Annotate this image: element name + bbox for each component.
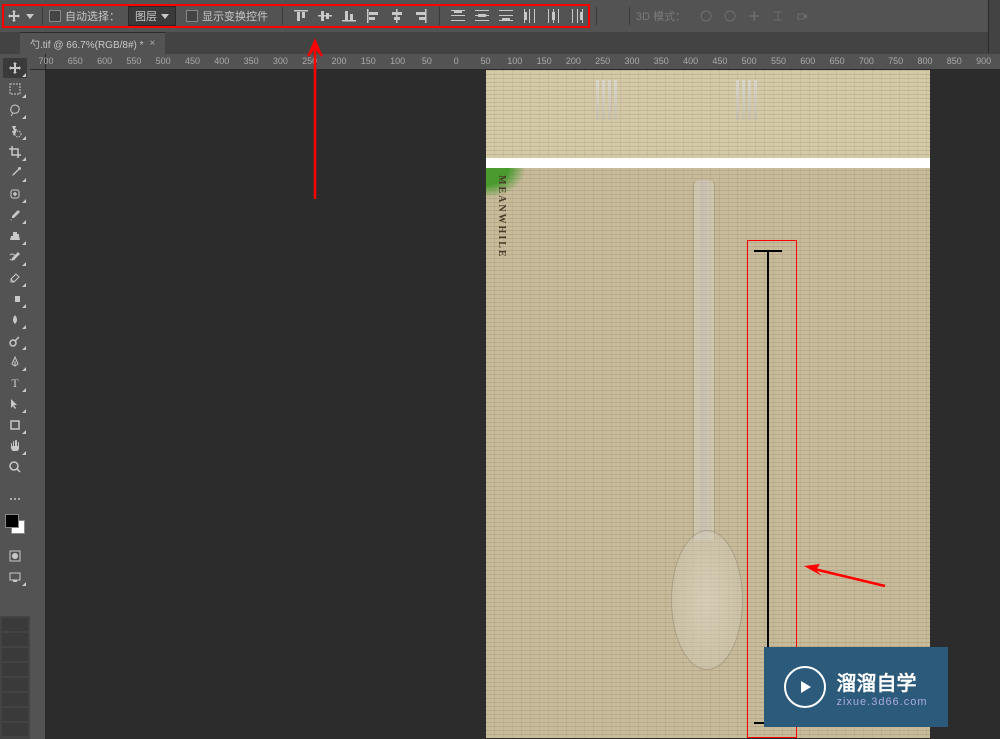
image-text-meanwhile: MEANWHILE bbox=[496, 175, 507, 259]
path-select-tool[interactable] bbox=[3, 394, 27, 414]
measure-cap bbox=[754, 250, 782, 252]
3d-camera-button[interactable] bbox=[791, 6, 813, 26]
quick-mask-button[interactable] bbox=[3, 546, 27, 566]
dist-vcenter-button[interactable] bbox=[471, 6, 493, 26]
panel-toggle[interactable] bbox=[988, 0, 1000, 53]
separator bbox=[596, 7, 597, 25]
history-brush-tool[interactable] bbox=[3, 247, 27, 267]
auto-select-label: 自动选择： bbox=[65, 8, 120, 24]
color-swatch[interactable] bbox=[5, 514, 25, 534]
move-tool-indicator-icon[interactable] bbox=[4, 6, 24, 26]
dist-left-button[interactable] bbox=[519, 6, 541, 26]
eraser-tool[interactable] bbox=[3, 268, 27, 288]
canvas-area[interactable]: 7006506005505004504003503002502001501005… bbox=[30, 54, 1000, 739]
tool-preset-dropdown[interactable] bbox=[24, 6, 36, 26]
separator bbox=[629, 7, 630, 25]
watermark-logo-icon bbox=[784, 666, 826, 708]
annotation-arrow-down bbox=[300, 34, 330, 204]
document-image: MEANWHILE bbox=[486, 70, 930, 738]
layer-group-dropdown[interactable]: 图层 bbox=[128, 6, 176, 26]
rectangle-tool[interactable] bbox=[3, 415, 27, 435]
dist-top-button[interactable] bbox=[447, 6, 469, 26]
eyedropper-tool[interactable] bbox=[3, 163, 27, 183]
svg-text:T: T bbox=[11, 376, 19, 390]
separator bbox=[282, 7, 283, 25]
3d-roll-button[interactable] bbox=[719, 6, 741, 26]
separator bbox=[42, 7, 43, 25]
3d-slide-button[interactable] bbox=[767, 6, 789, 26]
separator bbox=[439, 7, 440, 25]
screen-mode-button[interactable] bbox=[3, 567, 27, 587]
show-transform-checkbox[interactable] bbox=[186, 10, 198, 22]
vertical-ruler[interactable] bbox=[30, 70, 46, 739]
annotation-arrow-left bbox=[800, 556, 890, 596]
layer-dropdown-value: 图层 bbox=[135, 8, 157, 24]
brush-tool[interactable] bbox=[3, 205, 27, 225]
watermark-url: zixue.3d66.com bbox=[836, 696, 927, 708]
quick-select-tool[interactable] bbox=[3, 121, 27, 141]
crop-tool[interactable] bbox=[3, 142, 27, 162]
type-tool[interactable]: T bbox=[3, 373, 27, 393]
document-tab-title: 勺.tif @ 66.7%(RGB/8#) * bbox=[30, 36, 144, 51]
align-top-button[interactable] bbox=[290, 6, 312, 26]
edit-toolbar-button[interactable] bbox=[3, 489, 27, 509]
document-tab-bar: 勺.tif @ 66.7%(RGB/8#) * × bbox=[0, 32, 1000, 54]
auto-select-checkbox[interactable] bbox=[49, 10, 61, 22]
align-bottom-button[interactable] bbox=[338, 6, 360, 26]
align-right-button[interactable] bbox=[410, 6, 432, 26]
options-bar: 自动选择： 图层 显示变换控件 3D 模式： bbox=[0, 0, 1000, 32]
document-tab[interactable]: 勺.tif @ 66.7%(RGB/8#) * × bbox=[20, 32, 165, 54]
pen-tool[interactable] bbox=[3, 352, 27, 372]
close-tab-button[interactable]: × bbox=[150, 38, 156, 49]
collapsed-panel[interactable] bbox=[0, 616, 30, 739]
horizontal-ruler[interactable]: 7006506005505004504003503002502001501005… bbox=[46, 54, 1000, 70]
lasso-tool[interactable] bbox=[3, 100, 27, 120]
clone-stamp-tool[interactable] bbox=[3, 226, 27, 246]
dodge-tool[interactable] bbox=[3, 331, 27, 351]
gradient-tool[interactable] bbox=[3, 289, 27, 309]
3d-pan-button[interactable] bbox=[743, 6, 765, 26]
align-hcenter-button[interactable] bbox=[386, 6, 408, 26]
marquee-tool[interactable] bbox=[3, 79, 27, 99]
move-tool[interactable] bbox=[3, 58, 27, 78]
blur-tool[interactable] bbox=[3, 310, 27, 330]
spot-heal-tool[interactable] bbox=[3, 184, 27, 204]
watermark: 溜溜自学 zixue.3d66.com bbox=[764, 647, 948, 727]
watermark-title: 溜溜自学 bbox=[836, 667, 916, 696]
hand-tool[interactable] bbox=[3, 436, 27, 456]
3d-rotate-button[interactable] bbox=[695, 6, 717, 26]
align-vcenter-button[interactable] bbox=[314, 6, 336, 26]
dist-bottom-button[interactable] bbox=[495, 6, 517, 26]
foreground-color[interactable] bbox=[5, 514, 19, 528]
dist-hcenter-button[interactable] bbox=[543, 6, 565, 26]
show-transform-label: 显示变换控件 bbox=[202, 8, 268, 24]
dist-right-button[interactable] bbox=[567, 6, 589, 26]
align-left-button[interactable] bbox=[362, 6, 384, 26]
3d-mode-label: 3D 模式： bbox=[636, 8, 686, 24]
zoom-tool[interactable] bbox=[3, 457, 27, 477]
